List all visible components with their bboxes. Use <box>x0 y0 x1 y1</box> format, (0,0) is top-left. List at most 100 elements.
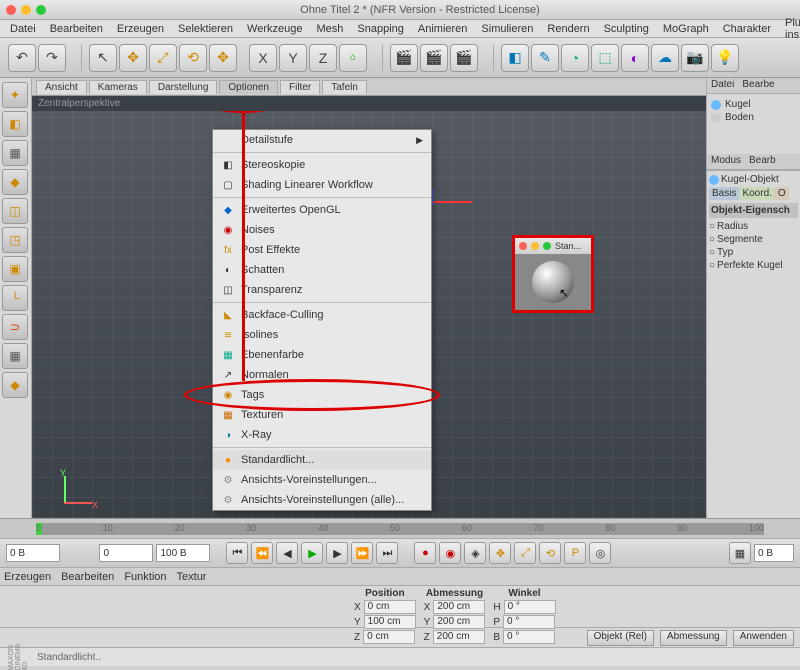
undo-button[interactable]: ↶ <box>8 44 36 72</box>
frame-current-field[interactable]: 0 <box>99 544 153 562</box>
menu-erzeugen[interactable]: Erzeugen <box>111 22 170 36</box>
goto-start-button[interactable]: ⏮ <box>226 542 248 564</box>
key-scale-button[interactable]: ⤢ <box>514 542 536 564</box>
btab-erzeugen[interactable]: Erzeugen <box>4 571 51 583</box>
attr-typ[interactable]: ○ Typ <box>709 246 798 259</box>
menu-animieren[interactable]: Animieren <box>412 22 474 36</box>
attr-segmente[interactable]: ○ Segmente <box>709 233 798 246</box>
obj-kugel[interactable]: Kugel <box>711 98 796 111</box>
size-y-field[interactable]: 200 cm <box>433 615 485 629</box>
menu-item-isolines[interactable]: ≋Isolines <box>213 325 431 345</box>
keyframe-sel-button[interactable]: ◈ <box>464 542 486 564</box>
poly-mode[interactable]: ▣ <box>2 256 28 282</box>
apply-button[interactable]: Anwenden <box>733 630 794 646</box>
redo-button[interactable]: ↷ <box>38 44 66 72</box>
attr-tab-koord[interactable]: Koord. <box>739 187 774 200</box>
menu-item-ansichts-voreinstellungen-alle-[interactable]: ⚙Ansichts-Voreinstellungen (alle)... <box>213 490 431 510</box>
vtab-tafeln[interactable]: Tafeln <box>322 80 367 94</box>
key-param-button[interactable]: P <box>564 542 586 564</box>
edge-mode[interactable]: ◳ <box>2 227 28 253</box>
menu-snapping[interactable]: Snapping <box>351 22 410 36</box>
rotate-tool[interactable]: ⟲ <box>179 44 207 72</box>
vtab-kameras[interactable]: Kameras <box>89 80 147 94</box>
key-pla-button[interactable]: ◎ <box>589 542 611 564</box>
pen-tool[interactable]: ✎ <box>531 44 559 72</box>
menu-charakter[interactable]: Charakter <box>717 22 777 36</box>
key-rot-button[interactable]: ⟲ <box>539 542 561 564</box>
render-view[interactable]: 🎬 <box>390 44 418 72</box>
obj-boden[interactable]: Boden <box>711 111 796 124</box>
coord-system[interactable]: ⌂ <box>339 44 367 72</box>
locked-workplane[interactable]: ◆ <box>2 372 28 398</box>
menu-item-ebenenfarbe[interactable]: ▦Ebenenfarbe <box>213 345 431 365</box>
menu-mograph[interactable]: MoGraph <box>657 22 715 36</box>
x-lock[interactable]: X <box>249 44 277 72</box>
float-close-icon[interactable] <box>519 242 527 250</box>
magnet-mode[interactable]: ⊃ <box>2 314 28 340</box>
menu-item-tags[interactable]: ◉Tags <box>213 385 431 405</box>
size-x-field[interactable]: 200 cm <box>433 600 485 614</box>
point-mode[interactable]: ◫ <box>2 198 28 224</box>
light-tool[interactable]: 💡 <box>711 44 739 72</box>
menu-item-erweitertes-opengl[interactable]: ◆Erweitertes OpenGL <box>213 200 431 220</box>
standardlicht-window[interactable]: Stan... ↖ <box>512 235 594 313</box>
vtab-ansicht[interactable]: Ansicht <box>36 80 87 94</box>
vtab-filter[interactable]: Filter <box>280 80 320 94</box>
size-mode-select[interactable]: Abmessung <box>660 630 727 646</box>
btab-bearbeiten[interactable]: Bearbeiten <box>61 571 114 583</box>
menu-werkzeuge[interactable]: Werkzeuge <box>241 22 308 36</box>
key-pos-button[interactable]: ✥ <box>489 542 511 564</box>
generator-tool[interactable]: ⬚ <box>591 44 619 72</box>
environment-tool[interactable]: ☁ <box>651 44 679 72</box>
menu-simulieren[interactable]: Simulieren <box>475 22 539 36</box>
attr-radius[interactable]: ○ Radius <box>709 220 798 233</box>
pos-y-field[interactable]: 100 cm <box>364 615 416 629</box>
menu-item-x-ray[interactable]: ◑X-Ray <box>213 425 431 445</box>
next-frame-button[interactable]: ▶ <box>326 542 348 564</box>
camera-tool[interactable]: 📷 <box>681 44 709 72</box>
y-lock[interactable]: Y <box>279 44 307 72</box>
menu-item-normalen[interactable]: ↗Normalen <box>213 365 431 385</box>
menu-item-shading-linearer-workflow[interactable]: ▢Shading Linearer Workflow <box>213 175 431 195</box>
layout-button[interactable]: ▦ <box>729 542 751 564</box>
prev-frame-button[interactable]: ◀ <box>276 542 298 564</box>
rtab-bearb[interactable]: Bearb <box>745 154 780 169</box>
rtab-datei[interactable]: Datei <box>707 78 738 93</box>
object-tree[interactable]: Kugel Boden <box>707 94 800 154</box>
render-settings[interactable]: 🎬 <box>450 44 478 72</box>
play-button[interactable]: ▶ <box>301 542 323 564</box>
menu-rendern[interactable]: Rendern <box>541 22 595 36</box>
autokey-button[interactable]: ◉ <box>439 542 461 564</box>
ang-h-field[interactable]: 0 ° <box>504 600 556 614</box>
nurbs-tool[interactable]: ◔ <box>561 44 589 72</box>
axis-mode[interactable]: └ <box>2 285 28 311</box>
pos-x-field[interactable]: 0 cm <box>364 600 416 614</box>
close-icon[interactable] <box>6 5 16 15</box>
menu-mesh[interactable]: Mesh <box>310 22 349 36</box>
ang-p-field[interactable]: 0 ° <box>503 615 555 629</box>
z-lock[interactable]: Z <box>309 44 337 72</box>
gizmo-x-icon[interactable] <box>432 201 472 203</box>
ang-b-field[interactable]: 0 ° <box>503 630 555 644</box>
goto-end-button[interactable]: ⏭ <box>376 542 398 564</box>
vtab-optionen[interactable]: Optionen <box>219 80 278 94</box>
menu-item-stereoskopie[interactable]: ◧Stereoskopie <box>213 155 431 175</box>
size-z-field[interactable]: 200 cm <box>433 630 485 644</box>
menu-item-backface-culling[interactable]: ◣Backface-Culling <box>213 305 431 325</box>
record-button[interactable]: ● <box>414 542 436 564</box>
attr-tab-obj[interactable]: O <box>775 187 789 200</box>
texture-mode[interactable]: ▦ <box>2 140 28 166</box>
model-mode[interactable]: ◧ <box>2 111 28 137</box>
rtab-modus[interactable]: Modus <box>707 154 745 169</box>
move-tool[interactable]: ✥ <box>119 44 147 72</box>
cube-primitive[interactable]: ◧ <box>501 44 529 72</box>
attr-tab-basis[interactable]: Basis <box>709 187 739 200</box>
select-tool[interactable]: ↖ <box>89 44 117 72</box>
workplane-mode[interactable]: ◆ <box>2 169 28 195</box>
menu-selektieren[interactable]: Selektieren <box>172 22 239 36</box>
btab-textur[interactable]: Textur <box>177 571 207 583</box>
float-min-icon[interactable] <box>531 242 539 250</box>
btab-funktion[interactable]: Funktion <box>124 571 166 583</box>
float-zoom-icon[interactable] <box>543 242 551 250</box>
menu-item-transparenz[interactable]: ◫Transparenz <box>213 280 431 300</box>
